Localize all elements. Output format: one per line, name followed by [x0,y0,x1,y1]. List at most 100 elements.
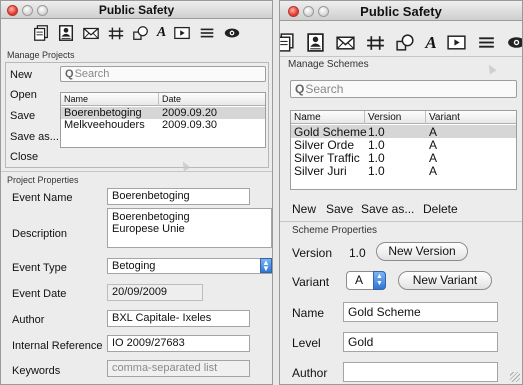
event-type-select[interactable]: Betoging ▲ ▼ [107,258,272,274]
manage-schemes-label: Manage Schemes [288,59,369,70]
new-project-button[interactable]: New [10,69,32,81]
column-header-variant[interactable]: Variant [429,112,460,123]
delete-scheme-button[interactable]: Delete [423,202,458,216]
new-scheme-button[interactable]: New [292,202,316,216]
left-toolbar: A [1,22,272,44]
scheme-search-placeholder: Search [305,82,344,96]
author-field[interactable]: BXL Capitale- Ixeles [107,310,250,327]
save-as-project-button[interactable]: Save as... [10,131,59,143]
scheme-version: 1.0 [368,125,385,139]
scheme-version: 1.0 [368,138,385,152]
section-divider [280,221,522,222]
project-date: 2009.09.20 [162,107,218,119]
keywords-field[interactable]: comma-separated list [107,360,250,377]
name-label: Name [292,306,325,320]
list-icon[interactable] [198,24,216,42]
project-search-input[interactable]: QSearch [60,66,266,82]
new-version-button[interactable]: New Version [376,242,468,261]
column-header-version[interactable]: Version [368,112,401,123]
text-tool-icon[interactable]: A [157,26,166,40]
description-field[interactable]: Boerenbetoging Europese Unie [107,208,272,248]
scheme-name: Silver Juri [294,164,347,178]
schemes-table: Name Version Variant Gold Scheme 1.0 A S… [290,110,517,190]
projects-table: Name Date Boerenbetoging 2009.09.20 Melk… [60,92,266,148]
table-row[interactable]: Melkveehouders 2009.09.30 [61,119,265,131]
search-icon: Q [65,68,74,80]
envelope-icon[interactable] [82,24,100,42]
right-toolbar: A [280,29,522,55]
resize-handle[interactable] [510,372,520,382]
mouse-cursor [485,62,497,75]
scheme-variant: A [429,164,438,178]
scheme-name-field[interactable]: Gold Scheme [343,302,498,322]
event-type-label: Event Type [12,262,67,274]
scheme-author-field[interactable] [343,362,498,382]
description-label: Description [12,228,68,240]
version-label: Version [292,246,333,260]
search-icon: Q [295,82,305,96]
envelope-icon[interactable] [335,32,356,53]
save-project-button[interactable]: Save [10,110,35,122]
internal-reference-field[interactable]: IO 2009/27683 [107,335,250,352]
play-box-icon[interactable] [173,24,191,42]
column-header-date[interactable]: Date [162,94,181,104]
open-project-button[interactable]: Open [10,89,37,101]
close-project-button[interactable]: Close [10,151,38,163]
project-properties-label: Project Properties [7,175,79,185]
variant-value: A [355,273,364,287]
event-date-label: Event Date [12,288,67,300]
keywords-label: Keywords [12,365,61,377]
window-title: Public Safety [98,3,175,17]
table-row[interactable]: Gold Scheme 1.0 A [291,125,516,139]
level-label: Level [292,336,321,350]
table-row[interactable]: Silver Orde 1.0 A [291,138,516,152]
variant-stepper[interactable]: A ▲ ▼ [346,271,386,290]
scheme-name: Silver Orde [294,138,355,152]
project-name: Melkveehouders [64,119,145,131]
author-label: Author [12,314,45,326]
scheme-variant: A [429,125,438,139]
right-window: Public Safety A Manage Schemes QSearch N… [279,0,523,385]
window-title: Public Safety [360,4,442,19]
list-icon[interactable] [476,32,497,53]
event-date-field[interactable]: 20/09/2009 [107,284,203,301]
right-titlebar[interactable]: Public Safety [280,1,522,21]
project-date: 2009.09.30 [162,119,218,131]
table-row[interactable]: Silver Traffic 1.0 A [291,151,516,165]
manage-projects-label: Manage Projects [7,50,75,60]
author-label: Author [292,366,328,380]
event-name-label: Event Name [12,192,73,204]
table-row[interactable]: Silver Juri 1.0 A [291,164,516,178]
save-scheme-button[interactable]: Save [326,202,353,216]
play-box-icon[interactable] [446,32,467,53]
lasso-icon[interactable] [132,24,150,42]
scheme-level-field[interactable]: Gold [343,332,498,352]
column-header-name[interactable]: Name [64,94,88,104]
column-header-name[interactable]: Name [294,112,321,123]
document-stack-icon[interactable] [32,24,50,42]
scheme-search-input[interactable]: QSearch [290,80,517,98]
route-icon[interactable] [107,24,125,42]
scheme-version: 1.0 [368,164,385,178]
table-row[interactable]: Boerenbetoging 2009.09.20 [61,107,265,119]
version-value: 1.0 [349,246,366,260]
document-stack-icon[interactable] [280,32,296,53]
description-line: Europese Unie [112,223,185,235]
lasso-icon[interactable] [395,32,416,53]
text-tool-icon[interactable]: A [425,34,436,51]
contact-card-icon[interactable] [57,24,75,42]
section-divider [1,171,272,172]
chevron-updown-icon[interactable]: ▲ ▼ [373,271,386,290]
left-titlebar[interactable]: Public Safety [1,1,272,19]
schemes-table-header: Name Version Variant [291,111,516,124]
eye-icon[interactable] [223,24,241,42]
route-icon[interactable] [365,32,386,53]
project-name: Boerenbetoging [64,107,142,119]
projects-table-header: Name Date [61,93,265,106]
event-name-field[interactable]: Boerenbetoging [107,188,250,205]
eye-icon[interactable] [506,32,522,53]
save-as-scheme-button[interactable]: Save as... [361,202,414,216]
new-variant-button[interactable]: New Variant [398,271,492,290]
chevron-updown-icon[interactable]: ▲ ▼ [260,258,272,273]
contact-card-icon[interactable] [305,32,326,53]
